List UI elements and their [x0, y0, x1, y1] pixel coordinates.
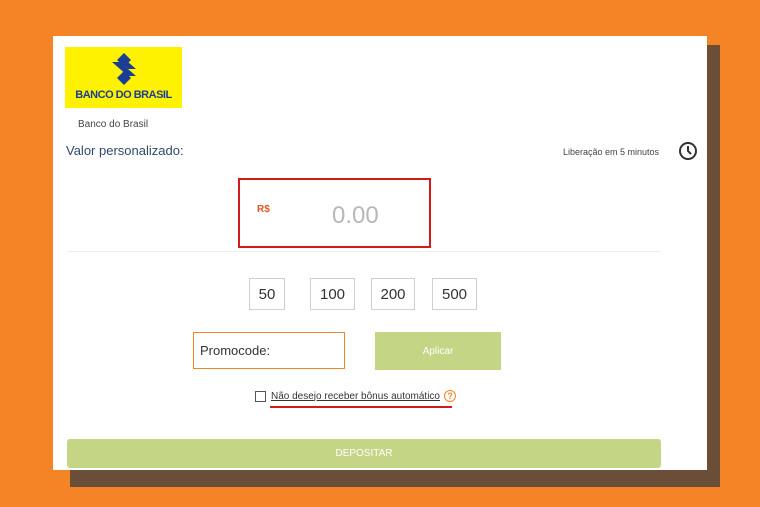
preset-50-button[interactable]: 50: [249, 278, 285, 310]
apply-button[interactable]: Aplicar: [375, 332, 501, 370]
promocode-input[interactable]: Promocode:: [193, 332, 345, 369]
highlight-underline: [270, 406, 452, 408]
bonus-option: Não desejo receber bônus automático ?: [255, 390, 456, 402]
amount-input[interactable]: R$ 0.00: [238, 178, 431, 248]
bank-logo: BANCO DO BRASIL: [65, 47, 182, 108]
preset-200-button[interactable]: 200: [371, 278, 415, 310]
no-bonus-checkbox[interactable]: [255, 390, 266, 402]
deposit-button[interactable]: DEPOSITAR: [67, 439, 661, 468]
amount-value: 0.00: [332, 202, 379, 229]
clock-icon: [679, 142, 697, 160]
bank-logo-icon: [112, 53, 136, 85]
section-title: Valor personalizado:: [66, 143, 184, 158]
divider: [67, 251, 661, 252]
bank-logo-text: BANCO DO BRASIL: [75, 89, 172, 101]
deposit-card: BANCO DO BRASIL Banco do Brasil Valor pe…: [53, 36, 707, 470]
help-icon[interactable]: ?: [444, 390, 456, 402]
bank-name: Banco do Brasil: [78, 119, 149, 130]
currency-symbol: R$: [257, 204, 270, 215]
preset-100-button[interactable]: 100: [310, 278, 355, 310]
no-bonus-label[interactable]: Não desejo receber bônus automático: [271, 391, 440, 402]
preset-500-button[interactable]: 500: [432, 278, 477, 310]
release-time-text: Liberação em 5 minutos: [563, 147, 660, 157]
